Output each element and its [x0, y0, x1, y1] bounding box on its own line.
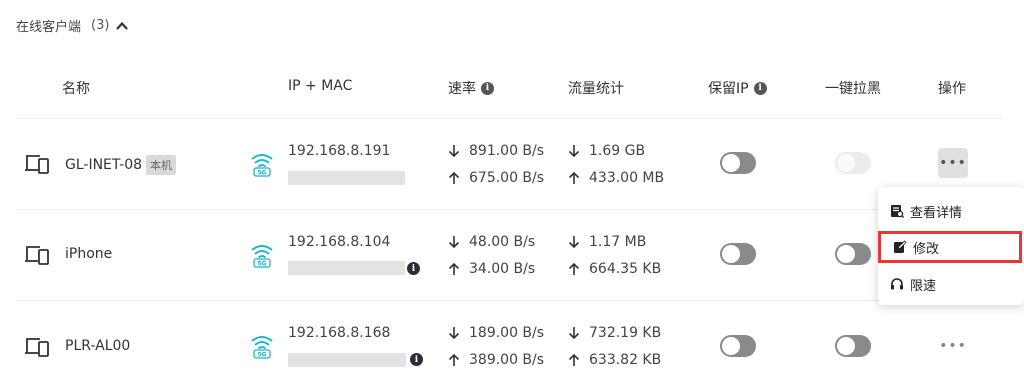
rate-download: 48.00 B/s	[448, 234, 535, 250]
menu-item-speed-limit[interactable]: 限速	[878, 268, 1024, 300]
mac-address-redacted	[288, 171, 405, 185]
column-header-traffic: 流量统计	[568, 81, 624, 97]
device-name: PLR-AL00	[65, 338, 130, 354]
arrow-up-icon	[568, 353, 580, 366]
reserve-ip-toggle[interactable]	[720, 152, 756, 174]
traffic-upload: 664.35 KB	[568, 261, 661, 277]
device-name-text: iPhone	[65, 246, 113, 262]
more-actions-button[interactable]: •••	[938, 331, 968, 361]
menu-item-speed-limit-label: 限速	[910, 278, 937, 294]
device-name: GL-INET-08 本机	[65, 155, 177, 175]
table-row: GL-INET-08 本机 5G 192.168.8.191 891.00 B/s…	[0, 118, 1024, 208]
menu-item-details[interactable]: 查看详情	[878, 195, 1024, 227]
chevron-up-icon[interactable]	[115, 19, 129, 33]
details-icon	[891, 205, 904, 218]
rate-up-value: 675.00 B/s	[469, 170, 545, 186]
rate-up-value: 389.00 B/s	[469, 352, 545, 368]
device-icon	[25, 338, 49, 357]
traffic-download: 1.17 MB	[568, 234, 646, 250]
arrow-down-icon	[568, 327, 580, 340]
block-toggle[interactable]	[835, 335, 871, 357]
mac-address-redacted	[288, 353, 406, 367]
rate-download: 891.00 B/s	[448, 143, 544, 159]
rate-upload: 675.00 B/s	[448, 170, 544, 186]
arrow-up-icon	[568, 262, 580, 275]
actions-dropdown-menu: 查看详情 修改 限速	[878, 187, 1024, 305]
ip-address: 192.168.8.191	[288, 143, 391, 159]
block-toggle[interactable]	[835, 243, 871, 265]
column-header-block: 一键拉黑	[825, 81, 881, 97]
more-actions-button[interactable]: •••	[938, 148, 968, 178]
menu-item-details-label: 查看详情	[910, 205, 963, 221]
info-icon[interactable]: i	[410, 353, 423, 366]
table-row: PLR-AL00 5G 192.168.8.168 i 189.00 B/s 3…	[0, 300, 1024, 388]
device-icon	[25, 246, 49, 265]
info-icon[interactable]: i	[481, 81, 494, 95]
band-label: 5G	[257, 261, 266, 268]
device-name-text: PLR-AL00	[65, 338, 131, 354]
arrow-down-icon	[568, 236, 580, 249]
traffic-upload: 633.82 KB	[568, 352, 661, 368]
info-icon[interactable]: i	[407, 262, 420, 275]
arrow-down-icon	[448, 145, 460, 158]
rate-down-value: 48.00 B/s	[469, 234, 536, 250]
headset-icon	[891, 278, 903, 290]
ip-address: 192.168.8.104	[288, 234, 391, 250]
rate-down-value: 189.00 B/s	[469, 325, 545, 341]
band-label: 5G	[257, 352, 266, 359]
wifi-5g-icon: 5G	[251, 154, 273, 177]
traffic-up-value: 633.82 KB	[589, 352, 662, 368]
info-icon[interactable]: i	[753, 81, 767, 95]
reserve-ip-toggle[interactable]	[720, 335, 756, 357]
rate-upload: 389.00 B/s	[448, 352, 544, 368]
traffic-upload: 433.00 MB	[568, 170, 664, 186]
arrow-down-icon	[568, 145, 580, 158]
traffic-down-value: 1.17 MB	[589, 234, 647, 250]
menu-item-edit-label: 修改	[913, 241, 940, 257]
rate-down-value: 891.00 B/s	[469, 143, 545, 159]
traffic-download: 732.19 KB	[568, 325, 661, 341]
table-row: iPhone 5G 192.168.8.104 i 48.00 B/s 34.0…	[0, 209, 1024, 299]
arrow-up-icon	[568, 171, 580, 184]
online-clients-header[interactable]: 在线客户端 (3)	[16, 16, 129, 35]
arrow-down-icon	[448, 327, 460, 340]
arrow-up-icon	[448, 171, 460, 184]
traffic-up-value: 433.00 MB	[589, 170, 665, 186]
column-header-name: 名称	[62, 81, 90, 97]
edit-icon	[894, 240, 907, 253]
arrow-up-icon	[448, 353, 460, 366]
mac-address-redacted	[288, 261, 405, 275]
arrow-up-icon	[448, 262, 460, 275]
traffic-up-value: 664.35 KB	[589, 261, 662, 277]
rate-download: 189.00 B/s	[448, 325, 544, 341]
client-count: (3)	[91, 18, 110, 33]
traffic-down-value: 732.19 KB	[589, 325, 662, 341]
block-toggle	[835, 152, 871, 174]
traffic-down-value: 1.69 GB	[589, 143, 646, 159]
ip-address: 192.168.8.168	[288, 325, 391, 341]
reserve-ip-toggle[interactable]	[720, 243, 756, 265]
device-icon	[25, 155, 49, 174]
wifi-5g-icon: 5G	[251, 245, 273, 268]
menu-item-edit[interactable]: 修改	[878, 231, 1022, 263]
column-header-reserve-ip: 保留IP i	[708, 78, 767, 98]
reserve-ip-header-label: 保留IP	[708, 81, 749, 97]
column-header-ip-mac: IP + MAC	[288, 78, 353, 94]
rate-up-value: 34.00 B/s	[469, 261, 536, 277]
local-badge: 本机	[146, 155, 177, 175]
device-name-text: GL-INET-08	[65, 157, 143, 173]
device-name: iPhone	[65, 246, 112, 262]
rate-upload: 34.00 B/s	[448, 261, 535, 277]
column-header-actions: 操作	[938, 81, 966, 97]
rate-header-label: 速率	[448, 81, 476, 97]
section-title: 在线客户端	[16, 20, 82, 35]
arrow-down-icon	[448, 236, 460, 249]
band-label: 5G	[257, 170, 266, 177]
wifi-5g-icon: 5G	[251, 336, 273, 359]
traffic-download: 1.69 GB	[568, 143, 645, 159]
column-header-rate: 速率 i	[448, 78, 494, 98]
